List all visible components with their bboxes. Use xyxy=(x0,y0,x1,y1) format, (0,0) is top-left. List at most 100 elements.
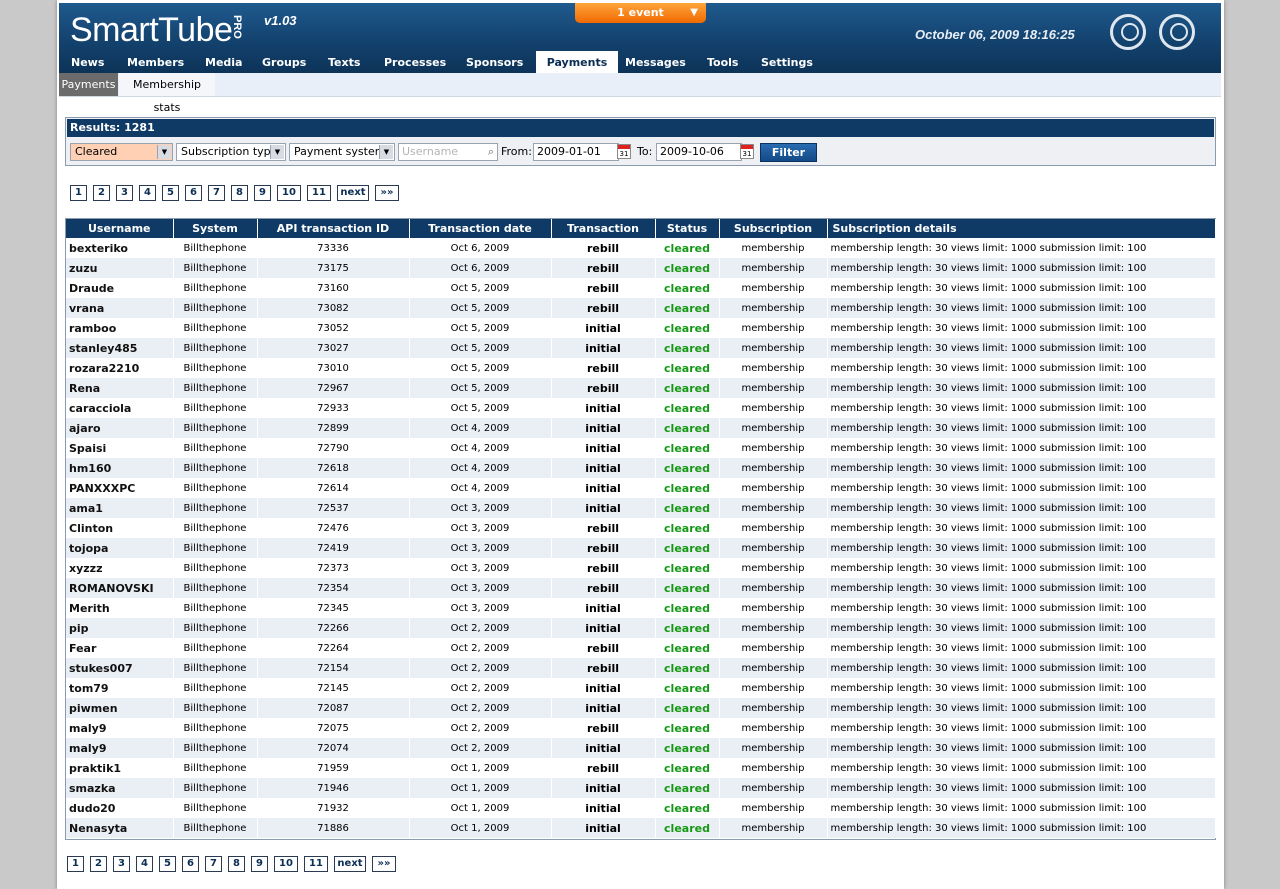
status-select[interactable]: Cleared ▼ xyxy=(70,143,173,161)
page-10[interactable]: 10 xyxy=(277,185,301,201)
col-username[interactable]: Username xyxy=(66,219,174,238)
table-row[interactable]: Draude Billthephone 73160 Oct 5, 2009 rebill… xyxy=(66,278,1216,298)
last-page-button[interactable]: »» xyxy=(372,856,396,872)
cell-subscription-details: membership length: 30 views limit: 1000 … xyxy=(827,558,1216,578)
table-row[interactable]: ramboo Billthephone 73052 Oct 5, 2009 initia… xyxy=(66,318,1216,338)
page-4[interactable]: 4 xyxy=(139,185,156,201)
page-8[interactable]: 8 xyxy=(231,185,248,201)
nav-members[interactable]: Members xyxy=(127,51,184,73)
table-row[interactable]: piwmen Billthephone 72087 Oct 2, 2009 initia… xyxy=(66,698,1216,718)
user-profile-icon[interactable] xyxy=(1159,14,1195,50)
next-page-button[interactable]: next xyxy=(334,856,366,872)
calendar-icon[interactable]: 31 xyxy=(740,144,754,159)
cell-transaction-date: Oct 6, 2009 xyxy=(409,238,552,258)
page-11[interactable]: 11 xyxy=(304,856,328,872)
table-row[interactable]: ajaro Billthephone 72899 Oct 4, 2009 initial… xyxy=(66,418,1216,438)
table-row[interactable]: hm160 Billthephone 72618 Oct 4, 2009 initial… xyxy=(66,458,1216,478)
nav-messages[interactable]: Messages xyxy=(625,51,686,73)
page-8[interactable]: 8 xyxy=(228,856,245,872)
nav-media[interactable]: Media xyxy=(205,51,242,73)
cell-api-transaction-id: 73010 xyxy=(257,358,410,378)
page-7[interactable]: 7 xyxy=(208,185,225,201)
table-row[interactable]: stanley485 Billthephone 73027 Oct 5, 2009 in… xyxy=(66,338,1216,358)
nav-sponsors[interactable]: Sponsors xyxy=(466,51,523,73)
col-subscription-details[interactable]: Subscription details xyxy=(827,219,1216,238)
table-row[interactable]: tom79 Billthephone 72145 Oct 2, 2009 initial… xyxy=(66,678,1216,698)
page-1[interactable]: 1 xyxy=(70,185,87,201)
col-status[interactable]: Status xyxy=(655,219,720,238)
cell-subscription-details: membership length: 30 views limit: 1000 … xyxy=(827,718,1216,738)
table-row[interactable]: zuzu Billthephone 73175 Oct 6, 2009 rebill cl… xyxy=(66,258,1216,278)
page-1[interactable]: 1 xyxy=(67,856,84,872)
table-row[interactable]: Nenasyta Billthephone 71886 Oct 1, 2009 init… xyxy=(66,818,1216,838)
nav-payments[interactable]: Payments xyxy=(536,51,618,73)
nav-processes[interactable]: Processes xyxy=(384,51,446,73)
table-row[interactable]: dudo20 Billthephone 71932 Oct 1, 2009 initia… xyxy=(66,798,1216,818)
subscription-type-select[interactable]: Subscription type ▼ xyxy=(176,143,286,161)
last-page-button[interactable]: »» xyxy=(375,185,399,201)
nav-settings[interactable]: Settings xyxy=(761,51,813,73)
page-7[interactable]: 7 xyxy=(205,856,222,872)
from-date-input[interactable]: 2009-01-01 xyxy=(533,143,619,161)
page-2[interactable]: 2 xyxy=(93,185,110,201)
table-row[interactable]: praktik1 Billthephone 71959 Oct 1, 2009 rebi… xyxy=(66,758,1216,778)
filter-button[interactable]: Filter xyxy=(760,143,817,162)
page-9[interactable]: 9 xyxy=(251,856,268,872)
event-notification-button[interactable]: 1 event ▼ xyxy=(575,3,706,23)
table-row[interactable]: maly9 Billthephone 72074 Oct 2, 2009 initial… xyxy=(66,738,1216,758)
table-row[interactable]: Spaisi Billthephone 72790 Oct 4, 2009 initia… xyxy=(66,438,1216,458)
subnav-membership-stats[interactable]: Membership stats xyxy=(119,73,215,114)
cell-api-transaction-id: 71946 xyxy=(257,778,410,798)
page-11[interactable]: 11 xyxy=(307,185,331,201)
table-row[interactable]: Rena Billthephone 72967 Oct 5, 2009 rebill cl… xyxy=(66,378,1216,398)
cell-status: cleared xyxy=(655,578,720,598)
col-api-transaction-id[interactable]: API transaction ID xyxy=(257,219,410,238)
page-4[interactable]: 4 xyxy=(136,856,153,872)
username-input[interactable]: Username ⌕ xyxy=(398,143,498,161)
page-3[interactable]: 3 xyxy=(113,856,130,872)
table-row[interactable]: rozara2210 Billthephone 73010 Oct 5, 2009 re… xyxy=(66,358,1216,378)
support-icon[interactable] xyxy=(1110,14,1146,50)
to-date-input[interactable]: 2009-10-06 xyxy=(656,143,742,161)
table-row[interactable]: Clinton Billthephone 72476 Oct 3, 2009 rebil… xyxy=(66,518,1216,538)
nav-tools[interactable]: Tools xyxy=(707,51,738,73)
calendar-icon[interactable]: 31 xyxy=(617,144,631,159)
table-row[interactable]: ROMANOVSKI Billthephone 72354 Oct 3, 2009 re… xyxy=(66,578,1216,598)
nav-groups[interactable]: Groups xyxy=(262,51,306,73)
table-row[interactable]: vrana Billthephone 73082 Oct 5, 2009 rebill c… xyxy=(66,298,1216,318)
table-row[interactable]: ama1 Billthephone 72537 Oct 3, 2009 initial c… xyxy=(66,498,1216,518)
table-row[interactable]: Merith Billthephone 72345 Oct 3, 2009 initia… xyxy=(66,598,1216,618)
nav-news[interactable]: News xyxy=(71,51,104,73)
payment-system-select[interactable]: Payment system ▼ xyxy=(289,143,395,161)
page-9[interactable]: 9 xyxy=(254,185,271,201)
table-row[interactable]: pip Billthephone 72266 Oct 2, 2009 initial cl… xyxy=(66,618,1216,638)
table-row[interactable]: bexteriko Billthephone 73336 Oct 6, 2009 reb… xyxy=(66,238,1216,258)
table-row[interactable]: maly9 Billthephone 72075 Oct 2, 2009 rebill c… xyxy=(66,718,1216,738)
col-system[interactable]: System xyxy=(173,219,258,238)
col-subscription[interactable]: Subscription xyxy=(719,219,828,238)
table-row[interactable]: tojopa Billthephone 72419 Oct 3, 2009 rebill… xyxy=(66,538,1216,558)
page-10[interactable]: 10 xyxy=(274,856,298,872)
next-page-button[interactable]: next xyxy=(337,185,369,201)
page-2[interactable]: 2 xyxy=(90,856,107,872)
table-row[interactable]: smazka Billthephone 71946 Oct 1, 2009 initia… xyxy=(66,778,1216,798)
cell-subscription: membership xyxy=(719,658,828,678)
col-transaction-date[interactable]: Transaction date xyxy=(409,219,552,238)
table-row[interactable]: xyzzz Billthephone 72373 Oct 3, 2009 rebill c… xyxy=(66,558,1216,578)
table-row[interactable]: Fear Billthephone 72264 Oct 2, 2009 rebill cl… xyxy=(66,638,1216,658)
page-5[interactable]: 5 xyxy=(159,856,176,872)
table-row[interactable]: caracciola Billthephone 72933 Oct 5, 2009 in… xyxy=(66,398,1216,418)
cell-system: Billthephone xyxy=(173,298,258,318)
nav-texts[interactable]: Texts xyxy=(328,51,360,73)
page-6[interactable]: 6 xyxy=(185,185,202,201)
page-6[interactable]: 6 xyxy=(182,856,199,872)
table-row[interactable]: PANXXXPC Billthephone 72614 Oct 4, 2009 init… xyxy=(66,478,1216,498)
cell-subscription: membership xyxy=(719,698,828,718)
cell-api-transaction-id: 71932 xyxy=(257,798,410,818)
page-5[interactable]: 5 xyxy=(162,185,179,201)
page-3[interactable]: 3 xyxy=(116,185,133,201)
col-transaction[interactable]: Transaction xyxy=(551,219,656,238)
subnav-payments[interactable]: Payments xyxy=(59,73,118,96)
cell-status: cleared xyxy=(655,338,720,358)
table-row[interactable]: stukes007 Billthephone 72154 Oct 2, 2009 reb… xyxy=(66,658,1216,678)
